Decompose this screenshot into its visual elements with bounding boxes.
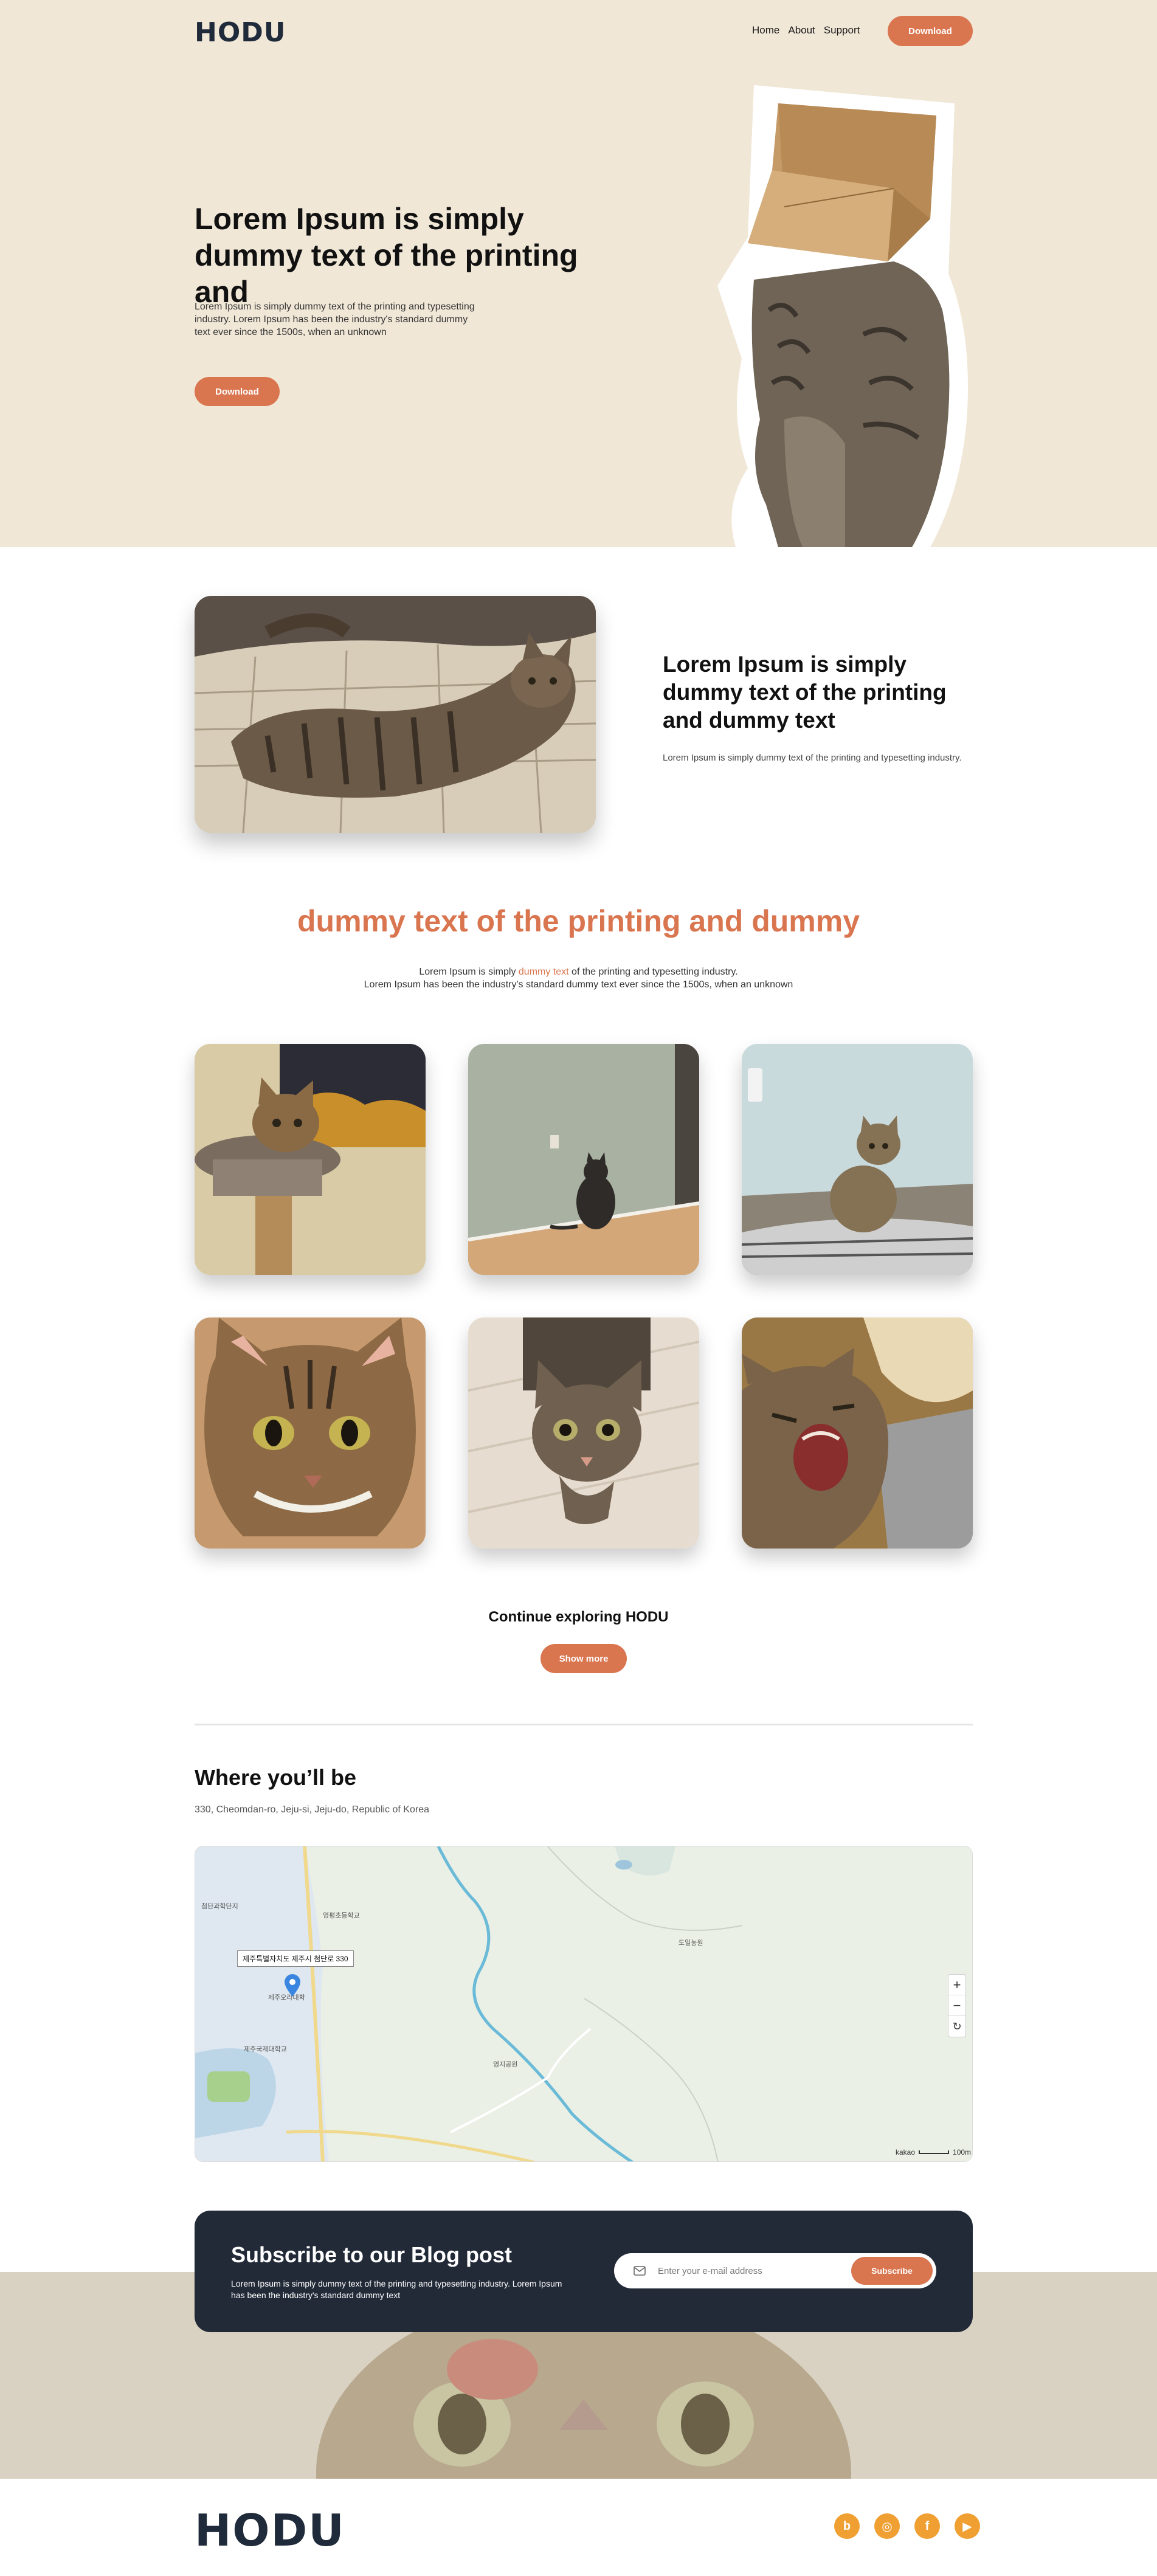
map-pin-icon[interactable] xyxy=(283,1973,302,1997)
gallery-text-start: Lorem Ipsum is simply xyxy=(419,967,519,977)
youtube-icon[interactable]: ▶ xyxy=(955,2513,980,2539)
map-label: 영평초등학교 xyxy=(323,1911,360,1919)
subscribe-text: Lorem Ipsum is simply dummy text of the … xyxy=(231,2279,562,2300)
gallery-text-highlight: dummy text xyxy=(518,967,569,977)
map-scale-text: 100m xyxy=(953,2148,972,2156)
hero-cat-image xyxy=(711,79,979,547)
nav-about[interactable]: About xyxy=(788,24,815,36)
gallery-text-end: of the printing and typesetting industry… xyxy=(568,967,738,977)
subscribe-title: Subscribe to our Blog post xyxy=(231,2242,513,2267)
location-map[interactable]: 영평초등학교 도일농원 첨단과학단지 제주국제대학교 영지공원 제주오라대학 +… xyxy=(195,1846,973,2162)
feature-title: Lorem Ipsum is simply dummy text of the … xyxy=(663,652,947,733)
email-input[interactable] xyxy=(658,2262,840,2280)
nav-home[interactable]: Home xyxy=(752,24,779,36)
instagram-icon[interactable]: ◎ xyxy=(874,2513,900,2539)
footer-logo[interactable]: HODU xyxy=(195,2505,345,2556)
feature-cat-photo xyxy=(195,596,596,833)
map-label: 첨단과학단지 xyxy=(201,1902,238,1910)
map-reset-button[interactable]: ↻ xyxy=(948,2016,965,2037)
map-zoom-controls: + − ↻ xyxy=(948,1974,966,2037)
gallery-photo[interactable] xyxy=(468,1317,699,1549)
location-title: Where you’ll be xyxy=(195,1765,357,1790)
social-links: b ◎ f ▶ xyxy=(834,2513,980,2539)
map-zoom-in-button[interactable]: + xyxy=(948,1975,965,1995)
gallery-text: Lorem Ipsum is simply dummy text of the … xyxy=(0,965,1157,991)
subscribe-form: Subscribe xyxy=(614,2253,936,2288)
gallery-title: dummy text of the printing and dummy xyxy=(297,904,860,938)
location-address: 330, Cheomdan-ro, Jeju-si, Jeju-do, Repu… xyxy=(195,1804,429,1815)
header-logo[interactable]: HODU xyxy=(195,17,286,48)
map-scale-bar xyxy=(919,2150,950,2154)
map-attribution: kakao 100m xyxy=(896,2148,971,2156)
mail-icon xyxy=(634,2266,646,2276)
facebook-icon[interactable]: f xyxy=(914,2513,940,2539)
gallery-photo[interactable] xyxy=(742,1044,973,1275)
nav-support[interactable]: Support xyxy=(824,24,860,36)
header-download-button[interactable]: Download xyxy=(888,16,973,46)
gallery-photo[interactable] xyxy=(195,1317,426,1549)
map-zoom-out-button[interactable]: − xyxy=(948,1995,965,2016)
section-divider xyxy=(195,1724,973,1725)
feature-text: Lorem Ipsum is simply dummy text of the … xyxy=(663,753,962,763)
show-more-button[interactable]: Show more xyxy=(541,1644,627,1673)
map-label: 제주국제대학교 xyxy=(244,2045,287,2053)
hero-text: Lorem Ipsum is simply dummy text of the … xyxy=(195,302,475,337)
blog-icon[interactable]: b xyxy=(834,2513,860,2539)
explore-title: Continue exploring HODU xyxy=(488,1609,669,1625)
map-attribution-text: kakao xyxy=(896,2148,916,2156)
cat-gallery xyxy=(195,1044,973,1549)
map-label: 영지공원 xyxy=(493,2060,518,2068)
main-nav: Home About Support xyxy=(752,24,860,36)
hero-title: Lorem Ipsum is simply dummy text of the … xyxy=(195,202,578,309)
hero-download-button[interactable]: Download xyxy=(195,377,280,406)
map-tooltip: 제주특별자치도 제주시 첨단로 330 xyxy=(237,1950,354,1967)
map-label: 도일농원 xyxy=(679,1939,703,1947)
subscribe-button[interactable]: Subscribe xyxy=(851,2257,933,2285)
gallery-photo[interactable] xyxy=(742,1317,973,1549)
gallery-photo[interactable] xyxy=(195,1044,426,1275)
gallery-text-line2: Lorem Ipsum has been the industry's stan… xyxy=(364,979,793,990)
gallery-photo[interactable] xyxy=(468,1044,699,1275)
